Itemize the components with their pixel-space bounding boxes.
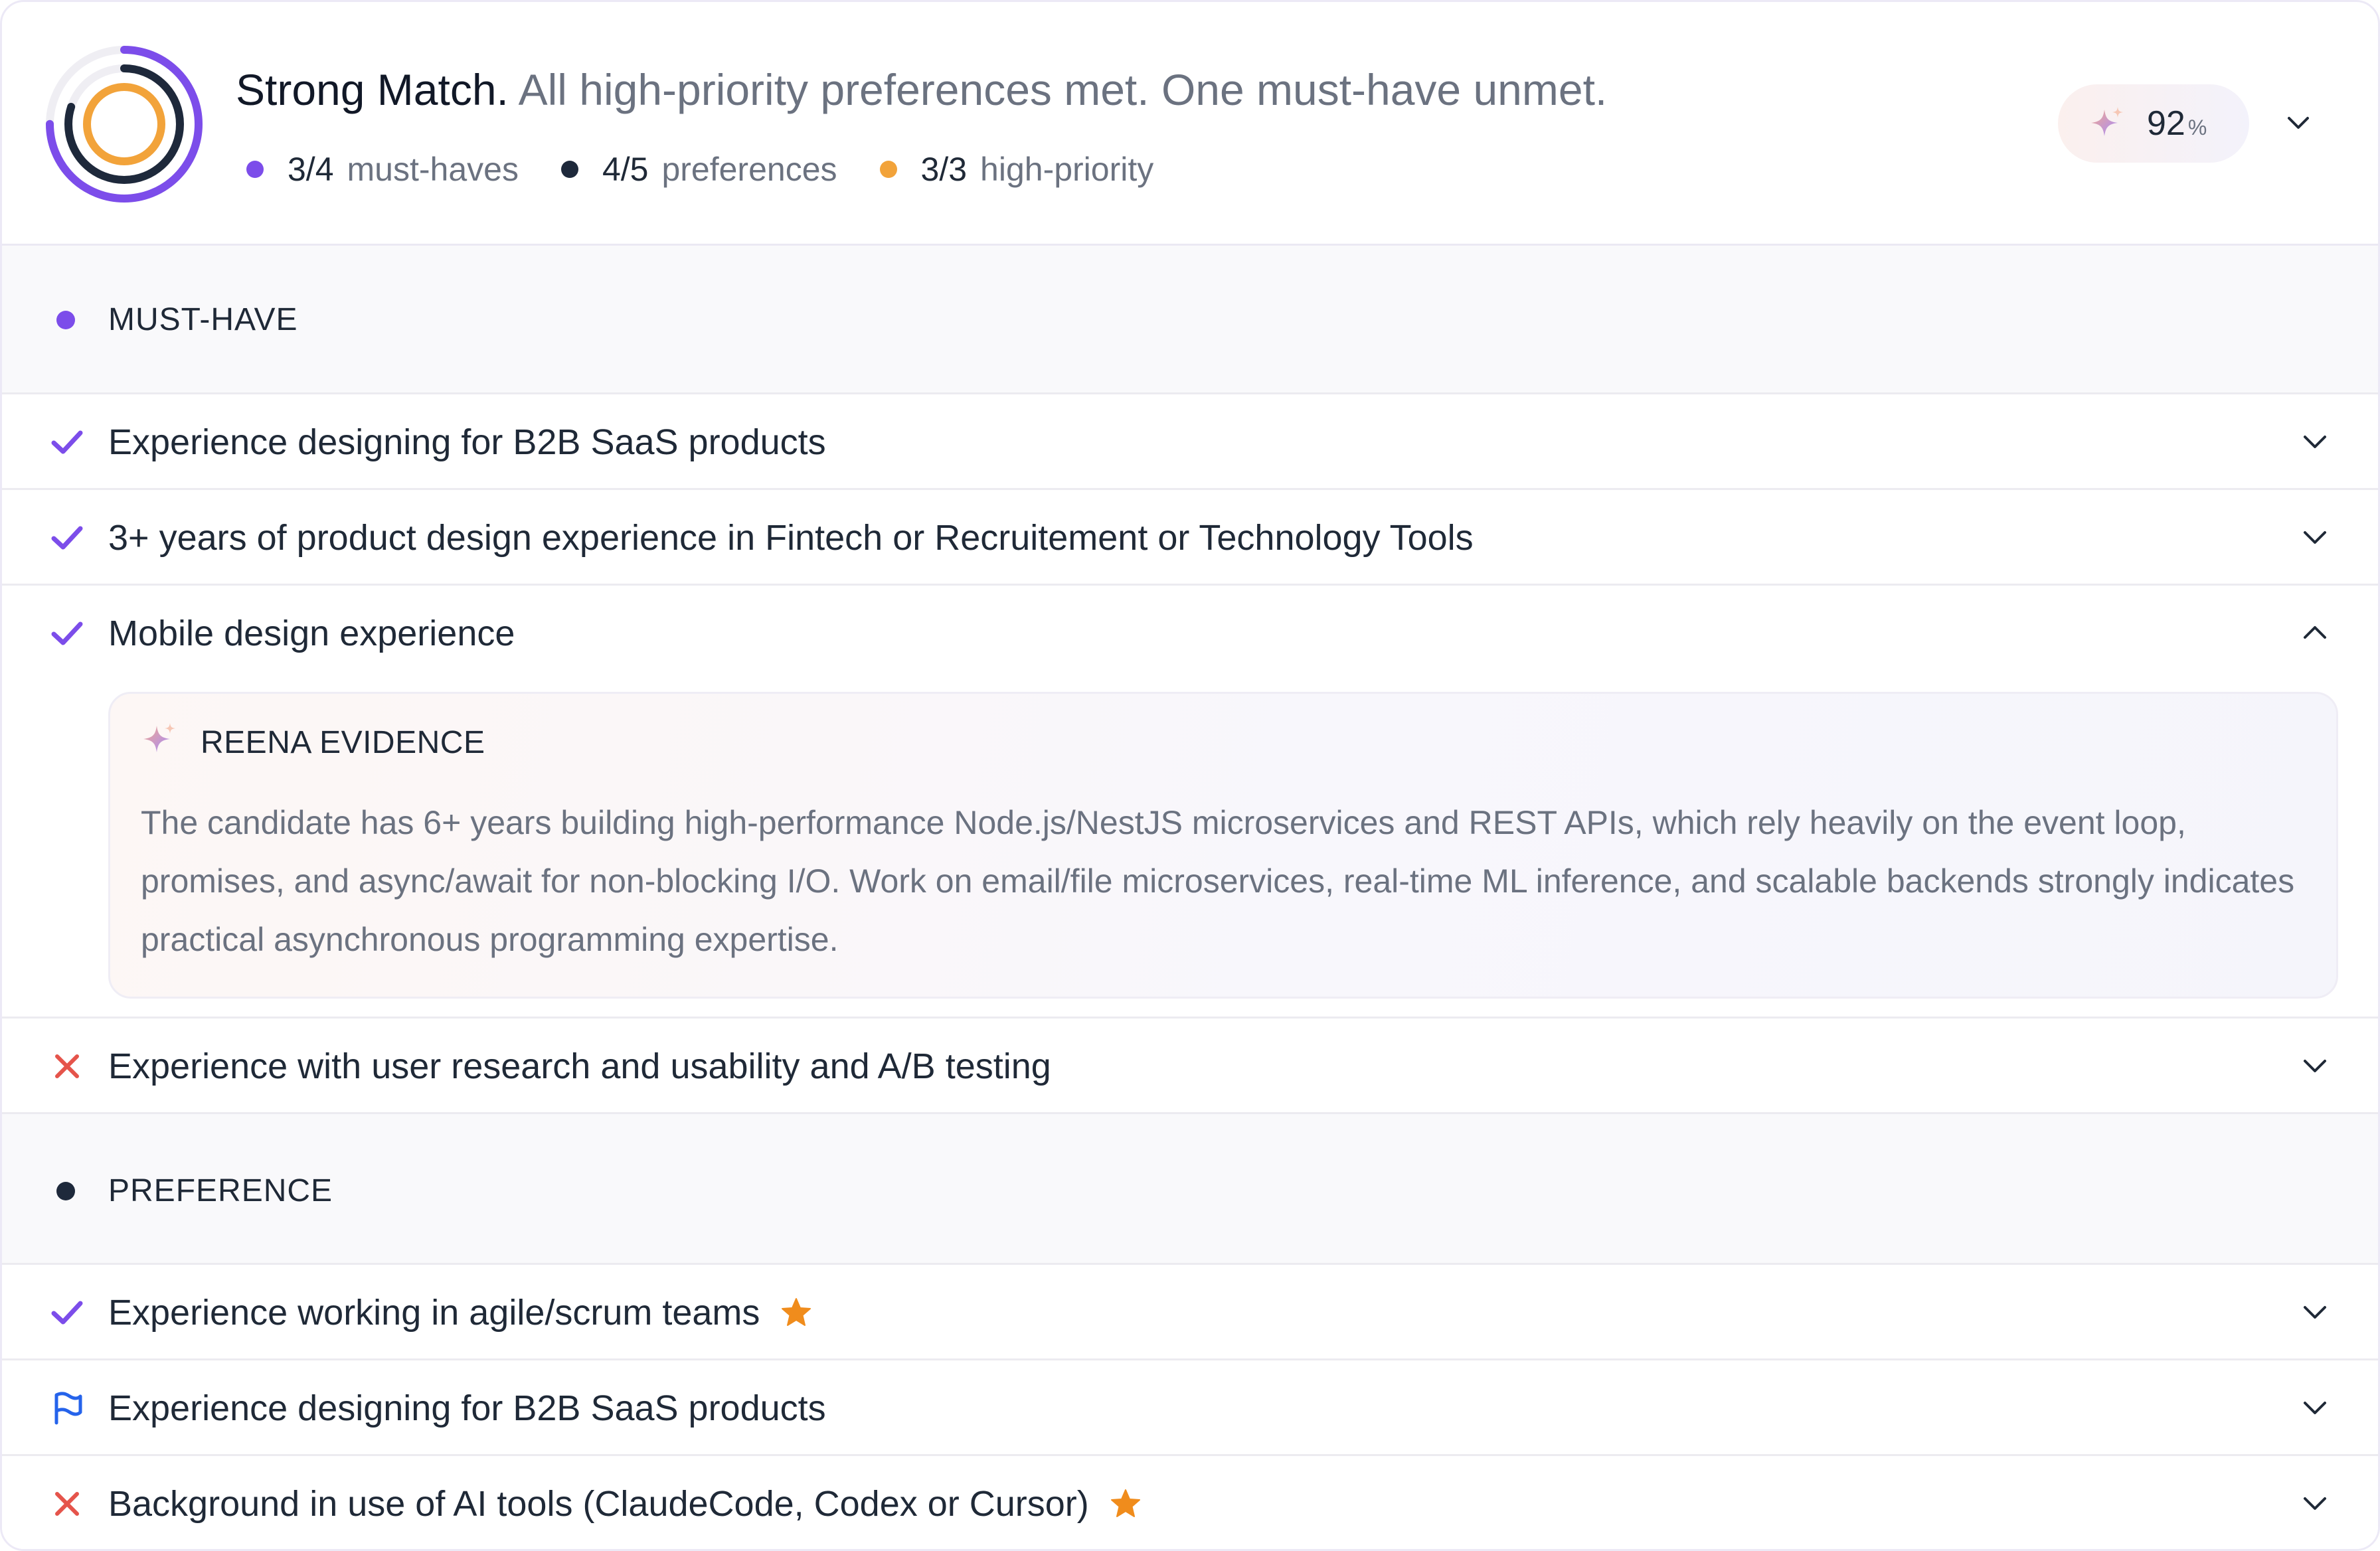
score-unit: % xyxy=(2187,116,2207,139)
star-icon xyxy=(782,1298,811,1326)
preference-dot-icon xyxy=(560,161,578,178)
requirement-label: Experience designing for B2B SaaS produc… xyxy=(108,421,826,463)
requirement-label: Experience designing for B2B SaaS produc… xyxy=(108,1387,826,1429)
section-preference: PREFERENCE xyxy=(2,1114,2378,1265)
close-icon xyxy=(55,1054,79,1078)
stat-label: preferences xyxy=(661,151,837,188)
requirement-row[interactable]: 3+ years of product design experience in… xyxy=(2,490,2378,586)
requirement-row-expanded[interactable]: Mobile design experience REENA EVIDENCE … xyxy=(2,586,2378,1019)
chevron-up-icon[interactable] xyxy=(2298,616,2332,649)
stat-preferences: 4/5 preferences xyxy=(560,150,837,189)
evidence-title: REENA EVIDENCE xyxy=(201,725,485,760)
match-summary: All high-priority preferences met. One m… xyxy=(518,65,1608,114)
match-score-badge: 92% xyxy=(2058,84,2249,163)
chevron-down-icon[interactable] xyxy=(2298,1487,2332,1520)
high-priority-dot-icon xyxy=(879,161,897,178)
must-have-dot-icon xyxy=(246,161,264,178)
section-title: PREFERENCE xyxy=(108,1173,333,1208)
requirement-row[interactable]: Background in use of AI tools (ClaudeCod… xyxy=(2,1456,2378,1549)
requirement-label: Experience with user research and usabil… xyxy=(108,1045,1051,1088)
sparkle-icon xyxy=(2091,107,2123,136)
star-icon xyxy=(1110,1489,1140,1517)
flag-icon xyxy=(54,1392,82,1425)
sparkle-icon xyxy=(143,723,175,752)
chevron-down-icon[interactable] xyxy=(2298,1295,2332,1329)
requirement-label: Background in use of AI tools (ClaudeCod… xyxy=(108,1483,1142,1525)
stat-label: high-priority xyxy=(980,151,1154,188)
requirement-label: Experience working in agile/scrum teams xyxy=(108,1291,813,1334)
match-header[interactable]: Strong Match. All high-priority preferen… xyxy=(2,2,2378,246)
chevron-down-icon[interactable] xyxy=(2282,107,2314,139)
stat-value: 3/3 xyxy=(920,151,968,188)
requirement-text: 3+ years of product design experience in… xyxy=(108,518,1474,558)
evidence-panel: REENA EVIDENCE The candidate has 6+ year… xyxy=(108,692,2338,999)
section-title: MUST-HAVE xyxy=(108,302,298,337)
must-have-dot-icon xyxy=(56,311,75,329)
score-value: 92 xyxy=(2147,104,2185,143)
requirement-text: Mobile design experience xyxy=(108,613,515,653)
requirement-text: Experience designing for B2B SaaS produc… xyxy=(108,422,826,462)
stat-must-haves: 3/4 must-haves xyxy=(246,150,519,189)
ring-high-priority xyxy=(83,83,165,165)
match-card: Strong Match. All high-priority preferen… xyxy=(0,0,2380,1551)
requirement-row[interactable]: Experience working in agile/scrum teams xyxy=(2,1265,2378,1360)
chevron-down-icon[interactable] xyxy=(2298,1391,2332,1424)
check-icon xyxy=(51,621,83,645)
match-ring-chart xyxy=(46,46,203,203)
chevron-down-icon[interactable] xyxy=(2298,521,2332,554)
requirement-label: Mobile design experience xyxy=(108,612,515,655)
stat-value: 4/5 xyxy=(602,151,649,188)
stat-value: 3/4 xyxy=(288,151,334,188)
requirement-row[interactable]: Experience with user research and usabil… xyxy=(2,1019,2378,1114)
requirement-text: Experience designing for B2B SaaS produc… xyxy=(108,1388,826,1428)
section-must-have: MUST-HAVE xyxy=(2,246,2378,394)
check-icon xyxy=(51,1301,83,1325)
requirement-text: Experience with user research and usabil… xyxy=(108,1046,1051,1086)
match-headline: Strong Match. All high-priority preferen… xyxy=(236,63,1607,116)
score-value-wrap: 92% xyxy=(2147,103,2207,148)
close-icon xyxy=(55,1492,79,1516)
match-title: Strong Match. xyxy=(236,65,509,114)
evidence-text: The candidate has 6+ years building high… xyxy=(141,804,2295,958)
requirement-text: Experience working in agile/scrum teams xyxy=(108,1293,760,1333)
requirement-label: 3+ years of product design experience in… xyxy=(108,517,1474,559)
requirement-text: Background in use of AI tools (ClaudeCod… xyxy=(108,1484,1089,1524)
preference-dot-icon xyxy=(56,1182,75,1200)
stat-label: must-haves xyxy=(347,151,519,188)
check-icon xyxy=(51,430,83,454)
requirement-row[interactable]: Experience designing for B2B SaaS produc… xyxy=(2,394,2378,490)
match-stats: 3/4 must-haves 4/5 preferences 3/3 high-… xyxy=(246,149,1196,189)
check-icon xyxy=(51,526,83,550)
chevron-down-icon[interactable] xyxy=(2298,425,2332,458)
requirement-row[interactable]: Experience designing for B2B SaaS produc… xyxy=(2,1360,2378,1456)
chevron-down-icon[interactable] xyxy=(2298,1049,2332,1082)
stat-high-priority: 3/3 high-priority xyxy=(879,150,1154,189)
